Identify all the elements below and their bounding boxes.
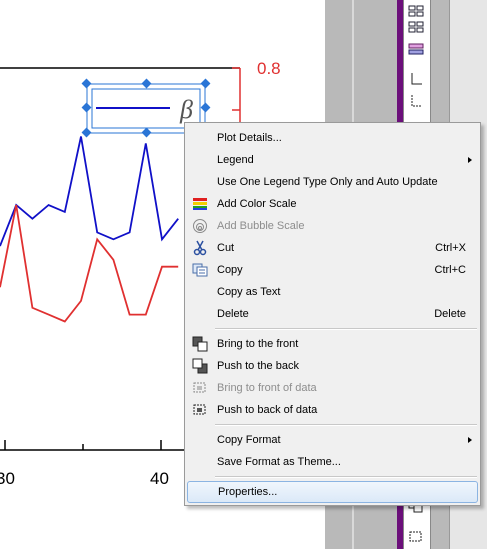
toolbar-axis-icon[interactable] [406,94,426,108]
menu-item-push-to-back-of-data[interactable]: Push to back of data [187,399,478,421]
toolbar-grid-icon[interactable] [406,4,426,18]
submenu-arrow-icon [468,437,472,443]
menu-item-push-to-back[interactable]: Push to the back [187,355,478,377]
menu-item-one-legend-type[interactable]: Use One Legend Type Only and Auto Update [187,171,478,193]
menu-item-label: Copy Format [217,434,281,446]
menu-item-delete[interactable]: Delete Delete [187,303,478,325]
menu-item-bring-to-front[interactable]: Bring to the front [187,333,478,355]
scissors-icon [189,237,211,259]
context-menu: Plot Details... Legend Use One Legend Ty… [184,122,481,506]
menu-item-label: Save Format as Theme... [217,456,341,468]
bring-front-data-icon [189,377,211,399]
menu-item-label: Copy as Text [217,286,281,298]
bubble-scale-icon [189,215,211,237]
toolbar-grid-icon[interactable] [406,20,426,34]
menu-item-label: Bring to front of data [217,382,317,394]
menu-item-label: Use One Legend Type Only and Auto Update [217,176,438,188]
x-tick-label-30: 30 [0,469,15,488]
menu-item-shortcut: Delete [434,308,466,320]
menu-item-add-bubble-scale[interactable]: Add Bubble Scale [187,215,478,237]
menu-item-label: Legend [217,154,254,166]
push-back-data-icon [189,399,211,421]
menu-item-label: Properties... [218,486,278,498]
bring-front-icon [189,333,211,355]
menu-item-shortcut: Ctrl+C [434,264,466,276]
series-a-line[interactable] [0,136,179,247]
menu-item-bring-to-front-of-data[interactable]: Bring to front of data [187,377,478,399]
menu-item-label: Copy [217,264,243,276]
series-b-line[interactable] [0,204,179,323]
menu-item-cut[interactable]: Cut Ctrl+X [187,237,478,259]
menu-separator [215,328,477,330]
menu-item-plot-details[interactable]: Plot Details... [187,127,478,149]
plot-lines[interactable] [0,136,179,323]
color-scale-icon [189,193,211,215]
menu-item-legend[interactable]: Legend [187,149,478,171]
menu-item-label: Plot Details... [217,132,282,144]
toolbar-frame-icon[interactable] [406,530,426,544]
menu-item-add-color-scale[interactable]: Add Color Scale [187,193,478,215]
menu-item-copy[interactable]: Copy Ctrl+C [187,259,478,281]
x-tick-label-40: 40 [150,469,169,488]
submenu-arrow-icon [468,157,472,163]
menu-item-label: Delete [217,308,249,320]
menu-item-shortcut: Ctrl+X [435,242,466,254]
menu-separator [215,424,477,426]
legend-label: β [179,95,193,124]
menu-item-properties[interactable]: Properties... [187,481,478,503]
toolbar-axis-icon[interactable] [406,72,426,86]
copy-icon [189,259,211,281]
menu-item-copy-format[interactable]: Copy Format [187,429,478,451]
menu-item-label: Push to back of data [217,404,318,416]
menu-separator [215,476,477,478]
menu-item-label: Bring to the front [217,338,299,350]
menu-item-save-format-as-theme[interactable]: Save Format as Theme... [187,451,478,473]
push-back-icon [189,355,211,377]
menu-item-label: Add Bubble Scale [217,220,305,232]
toolbar-layer-icon[interactable] [406,42,426,56]
menu-item-label: Push to the back [217,360,299,372]
menu-item-copy-as-text[interactable]: Copy as Text [187,281,478,303]
menu-item-label: Cut [217,242,235,254]
menu-item-label: Add Color Scale [217,198,297,210]
y-tick-label: 0.8 [257,59,281,78]
